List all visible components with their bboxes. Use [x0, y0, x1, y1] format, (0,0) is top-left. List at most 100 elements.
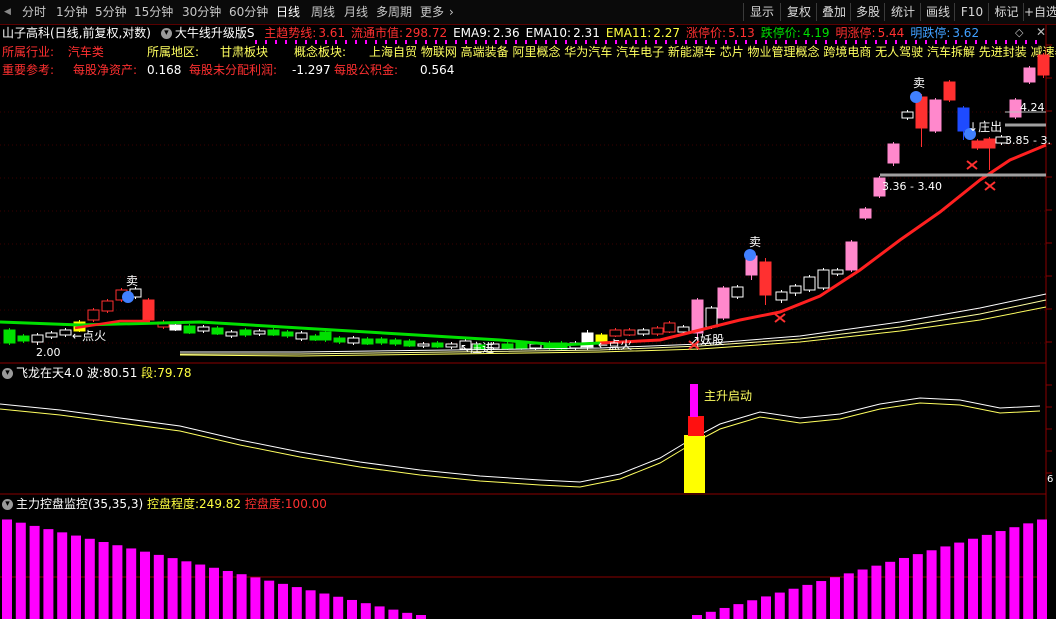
candle-body [3, 329, 16, 344]
candle-body [929, 99, 942, 132]
control-bar [981, 534, 992, 619]
panel3-title[interactable]: 主力控盘监控(35,35,3) [16, 497, 143, 511]
sell-label-1: 卖 [126, 274, 139, 288]
price-label-4: 2.00 [36, 346, 61, 359]
control-bar [388, 609, 399, 619]
control-bar [995, 531, 1006, 619]
price-label-3: 3.36 - 3.40 [882, 180, 942, 193]
candle-body [717, 287, 730, 319]
fire-label-1: ←点火 [72, 329, 107, 343]
panel2-axis-tag: 6 [1047, 474, 1054, 485]
control-bar [2, 519, 12, 619]
sell-marker-icon [122, 291, 134, 303]
control-bar [167, 558, 178, 619]
control-bar [940, 546, 951, 619]
control-bar [15, 522, 26, 619]
control-bar [181, 561, 192, 619]
control-bar [209, 567, 219, 619]
panel2-title[interactable]: 飞龙在天4.0 [16, 366, 83, 380]
control-bar [968, 538, 978, 619]
control-bar [857, 569, 868, 619]
sell-label-3: 卖 [913, 76, 926, 90]
candle-body [1037, 54, 1050, 76]
control-bar [830, 577, 840, 619]
control-bar [1009, 527, 1020, 619]
candle-body [17, 335, 30, 342]
candle-body [501, 343, 514, 350]
control-bar [57, 532, 68, 619]
control-bar [360, 603, 371, 619]
control-bar [222, 570, 233, 619]
control-bar [29, 525, 40, 619]
candle-body [333, 337, 346, 343]
wave-value: 80.51 [102, 366, 138, 380]
control-bar [774, 592, 785, 619]
candle-body [403, 340, 416, 347]
candle-body [375, 338, 388, 344]
sell-marker-icon [910, 91, 922, 103]
candle-body [515, 342, 528, 350]
wave-line [0, 397, 1041, 483]
candle-body [142, 299, 155, 321]
candle-body [281, 331, 294, 337]
entry-label: ↖庄进 [460, 341, 495, 355]
candle-body [431, 342, 444, 348]
ctrl-value: 249.82 [199, 497, 242, 511]
candle-body [101, 300, 114, 312]
buy-cross-icon [774, 313, 786, 323]
control-bar [71, 535, 81, 619]
candle-body [623, 329, 636, 336]
control-bar [802, 584, 813, 619]
control-bar [374, 606, 385, 619]
control-bar [305, 590, 316, 619]
candle-body [389, 339, 402, 345]
segment-line [0, 402, 1041, 488]
candle-body [1023, 67, 1036, 83]
candle-body [253, 330, 266, 335]
candle-body [361, 338, 374, 345]
signal-bar-magenta [690, 384, 698, 417]
candle-body [211, 327, 224, 335]
control-bar [112, 545, 123, 619]
close-icon[interactable]: ✕ [1036, 25, 1046, 39]
candle-body [319, 331, 332, 341]
control-bar [705, 611, 716, 619]
control-bar [692, 615, 702, 619]
candle-body [637, 329, 650, 335]
control-bar [788, 588, 799, 619]
kline-chart[interactable] [0, 0, 1056, 619]
candle-body [239, 329, 252, 336]
control-bar [926, 550, 937, 619]
candle-body [943, 81, 956, 101]
control-bar [899, 557, 909, 619]
candle-body [983, 138, 996, 149]
candle-body [803, 276, 816, 291]
fire-label-2: ←点火 [598, 338, 633, 352]
panel3-menu-icon[interactable]: ▾ [2, 499, 13, 510]
control-bar [871, 565, 882, 619]
control-bar [153, 554, 164, 619]
candle-body [831, 269, 844, 275]
diamond-icon[interactable]: ◇ [1015, 26, 1023, 39]
candle-body [691, 299, 704, 334]
candle-body [887, 143, 900, 164]
buy-cross-icon [966, 160, 978, 170]
control-bar [84, 538, 95, 619]
candle-body [169, 324, 182, 331]
wave-label: 波: [86, 366, 103, 380]
candle-body [183, 325, 196, 334]
deg-label: 控盘度: [244, 497, 285, 511]
control-bar [98, 542, 109, 619]
signal-bar-red [688, 416, 704, 436]
control-bar [291, 587, 302, 619]
price-label-1: 4.24 [1020, 101, 1045, 114]
candle-body [347, 337, 360, 344]
seg-label: 段: [141, 366, 158, 380]
candle-body [663, 322, 676, 333]
control-bar [402, 612, 413, 619]
panel2-menu-icon[interactable]: ▾ [2, 368, 13, 379]
candle-body [225, 331, 238, 337]
candle-body [971, 140, 984, 149]
control-bar [843, 573, 854, 619]
control-bar [885, 561, 896, 619]
